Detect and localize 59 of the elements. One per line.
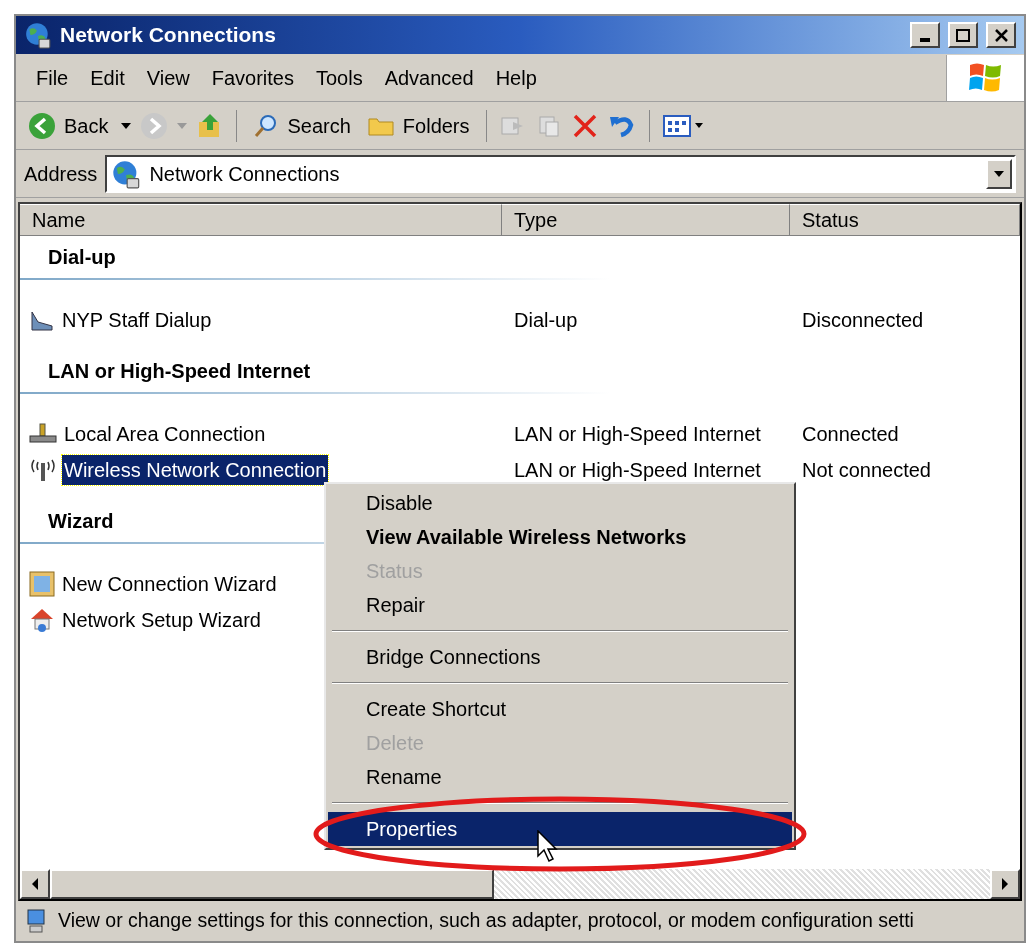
globe-icon [111, 158, 142, 189]
antenna-icon [28, 457, 58, 483]
minimize-icon [920, 38, 930, 42]
context-menu-item[interactable]: Bridge Connections [328, 640, 792, 674]
back-button[interactable]: Back [24, 110, 113, 141]
wizard-icon [28, 570, 56, 598]
context-menu-item[interactable]: Repair [328, 588, 792, 622]
network-cable-icon [28, 422, 58, 446]
cursor-icon [537, 830, 559, 864]
dropdown-button[interactable] [986, 158, 1012, 189]
maximize-icon [956, 28, 970, 42]
right-arrow-icon [1001, 878, 1009, 890]
type-text: Dial-up [514, 309, 578, 331]
menu-item[interactable]: Help [491, 62, 541, 93]
app-icon [24, 21, 52, 49]
menu-item[interactable]: View [142, 62, 194, 93]
folders-button[interactable]: Folders [362, 110, 474, 141]
caret-icon[interactable] [120, 121, 133, 130]
scroll-left-button[interactable] [20, 869, 50, 899]
close-button[interactable] [986, 22, 1016, 48]
menu-item[interactable]: Advanced [380, 62, 478, 93]
minimize-button[interactable] [910, 22, 940, 48]
type-text: LAN or High-Speed Internet [514, 459, 761, 481]
scroll-thumb[interactable] [50, 869, 494, 899]
connection-name[interactable]: Local Area Connection [62, 419, 268, 449]
search-button[interactable]: Search [249, 110, 355, 141]
window-title: Network Connections [60, 22, 277, 49]
menu-item[interactable]: Favorites [207, 62, 298, 93]
context-menu-item[interactable]: Rename [328, 760, 792, 794]
scroll-right-button[interactable] [990, 869, 1020, 899]
menu-item[interactable]: File [32, 62, 73, 93]
address-field[interactable]: Network Connections [105, 154, 1016, 193]
column-header[interactable]: Name [20, 204, 502, 236]
context-menu-item[interactable]: Create Shortcut [328, 692, 792, 726]
context-menu-item[interactable]: View Available Wireless Networks [328, 520, 792, 554]
caret-icon [993, 169, 1005, 178]
status-text: Disconnected [802, 309, 924, 331]
connection-name[interactable]: NYP Staff Dialup [60, 305, 214, 335]
views-icon[interactable] [661, 112, 706, 139]
group-heading: Dial-up [48, 246, 116, 268]
connection-name[interactable]: Wireless Network Connection [62, 455, 329, 485]
column-header[interactable]: Type [502, 204, 790, 236]
menu-item[interactable]: Tools [311, 62, 367, 93]
group-heading: Wizard [48, 510, 114, 532]
connection-name[interactable]: Network Setup Wizard [60, 605, 263, 635]
address-label: Address [24, 161, 98, 187]
type-text: LAN or High-Speed Internet [514, 423, 761, 445]
column-header[interactable]: Status [790, 204, 1020, 236]
connection-name[interactable]: New Connection Wizard [60, 569, 279, 599]
status-text: Not connected [802, 459, 931, 481]
maximize-button[interactable] [948, 22, 978, 48]
close-icon [994, 28, 1008, 42]
status-text: Connected [802, 423, 899, 445]
left-arrow-icon [31, 878, 39, 890]
status-text: View or change settings for this connection, such as adapter, protocol, or modem configuration setti [58, 908, 914, 934]
menu-item[interactable]: Edit [86, 62, 129, 93]
context-menu-item[interactable]: Properties [328, 812, 792, 846]
context-menu-item[interactable]: Disable [328, 486, 792, 520]
group-heading: LAN or High-Speed Internet [48, 360, 311, 382]
